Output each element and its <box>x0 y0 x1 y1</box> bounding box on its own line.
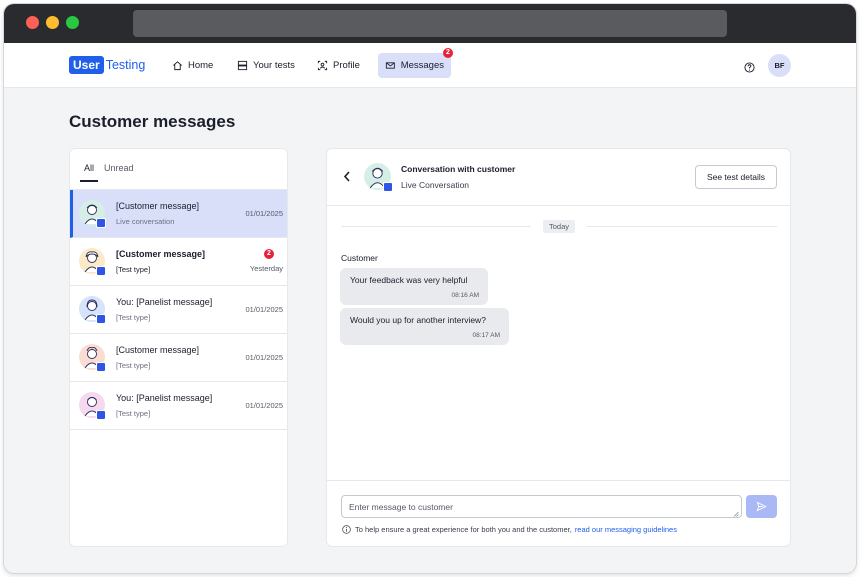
info-text: To help ensure a great experience for bo… <box>355 525 572 534</box>
conversation-list-panel: All Unread [Customer message] Live conve… <box>69 148 288 547</box>
message-sender-name: Customer <box>341 253 378 263</box>
resize-grip-icon[interactable] <box>733 511 739 517</box>
composer-divider <box>327 480 790 481</box>
conversation-subtitle: [Test type] <box>116 313 151 322</box>
browser-window: User Testing Home Your tests Profile Mes… <box>4 4 856 573</box>
day-divider-label: Today <box>543 220 575 233</box>
nav-item-home-label: Home <box>188 60 214 71</box>
window-minimize-button[interactable] <box>46 16 59 29</box>
conversation-subtitle: [Test type] <box>116 409 151 418</box>
test-badge-icon <box>96 266 106 276</box>
test-badge-icon <box>96 362 106 372</box>
conversation-title: You: [Panelist message] <box>116 297 213 307</box>
conversation-header: Conversation with customer Live Conversa… <box>327 149 790 206</box>
customer-avatar <box>79 344 106 372</box>
customer-avatar <box>79 248 106 276</box>
conversation-title: [Customer message] <box>116 201 200 211</box>
send-icon <box>756 501 767 512</box>
logo-testing-text: Testing <box>105 57 146 72</box>
help-icon[interactable] <box>744 60 755 78</box>
nav-item-messages-label: Messages <box>400 60 444 71</box>
message-text: Would you up for another interview? <box>350 315 486 325</box>
browser-titlebar <box>4 4 856 43</box>
conversation-panel: Conversation with customer Live Conversa… <box>326 148 791 547</box>
home-icon <box>173 61 182 71</box>
tests-icon <box>237 60 248 71</box>
conversation-subtitle: Live Conversation <box>401 180 470 190</box>
profile-icon <box>317 60 328 71</box>
conversation-date: 01/01/2025 <box>245 353 283 362</box>
user-avatar[interactable]: BF <box>768 54 791 77</box>
conversation-item-selected[interactable]: [Customer message] Live conversation 01/… <box>70 190 287 238</box>
nav-item-profile-label: Profile <box>333 60 360 71</box>
nav-item-home[interactable]: Home <box>165 53 220 78</box>
unread-count-badge: 2 <box>264 249 274 259</box>
active-tab-indicator <box>80 180 98 182</box>
message-text: Your feedback was very helpful <box>350 275 468 285</box>
conversation-item[interactable]: [Customer message] [Test type] 2 Yesterd… <box>70 238 287 286</box>
message-filter-tabs: All Unread <box>70 149 287 190</box>
divider-right <box>587 226 777 227</box>
top-navigation: User Testing Home Your tests Profile Mes… <box>4 43 856 88</box>
conversation-title: Conversation with customer <box>401 164 516 174</box>
tab-unread[interactable]: Unread <box>104 163 134 173</box>
test-badge-icon <box>96 410 106 420</box>
test-badge-icon <box>96 218 106 228</box>
message-bubble: Your feedback was very helpful 08:16 AM <box>340 268 488 305</box>
message-time: 08:17 AM <box>472 332 500 339</box>
message-input[interactable] <box>341 495 742 518</box>
conversation-date: 01/01/2025 <box>245 401 283 410</box>
usertesting-logo[interactable]: User Testing <box>69 55 145 74</box>
send-button[interactable] <box>746 495 777 518</box>
nav-item-profile[interactable]: Profile <box>310 53 367 78</box>
window-maximize-button[interactable] <box>66 16 79 29</box>
address-bar[interactable] <box>133 10 727 37</box>
conversation-date: Yesterday <box>249 264 283 273</box>
conversation-date: 01/01/2025 <box>245 209 283 218</box>
back-button[interactable] <box>343 171 351 185</box>
message-bubble: Would you up for another interview? 08:1… <box>340 308 509 345</box>
messaging-guidelines-note: To help ensure a great experience for bo… <box>342 525 677 534</box>
conversation-title: [Customer message] <box>116 345 200 355</box>
customer-avatar <box>79 200 106 228</box>
messaging-guidelines-link[interactable]: read our messaging guidelines <box>575 525 677 534</box>
conversation-item[interactable]: [Customer message] [Test type] 01/01/202… <box>70 334 287 382</box>
test-badge-icon <box>96 314 106 324</box>
divider-left <box>341 226 531 227</box>
conversation-subtitle: Live conversation <box>116 217 175 226</box>
panelist-avatar <box>79 392 106 420</box>
window-close-button[interactable] <box>26 16 39 29</box>
conversation-item[interactable]: You: [Panelist message] [Test type] 01/0… <box>70 286 287 334</box>
see-test-details-button[interactable]: See test details <box>695 165 777 189</box>
nav-item-messages[interactable]: Messages <box>378 53 451 78</box>
conversation-title: [Customer message] <box>116 249 206 259</box>
logo-user-text: User <box>69 55 104 74</box>
messages-unread-badge: 2 <box>443 48 453 58</box>
test-badge-icon <box>383 182 393 192</box>
conversation-item[interactable]: You: [Panelist message] [Test type] 01/0… <box>70 382 287 430</box>
panelist-avatar <box>79 296 106 324</box>
page-title: Customer messages <box>69 112 236 131</box>
conversation-subtitle: [Test type] <box>116 265 151 274</box>
conversation-subtitle: [Test type] <box>116 361 151 370</box>
nav-item-your-tests-label: Your tests <box>253 60 295 71</box>
conversation-date: 01/01/2025 <box>245 305 283 314</box>
messages-icon <box>385 62 395 69</box>
message-time: 08:16 AM <box>451 292 479 299</box>
chevron-left-icon <box>343 171 350 182</box>
conversation-title: You: [Panelist message] <box>116 393 213 403</box>
customer-avatar <box>364 163 393 192</box>
tab-all[interactable]: All <box>84 163 94 173</box>
nav-item-your-tests[interactable]: Your tests <box>230 53 302 78</box>
info-icon <box>342 525 351 534</box>
